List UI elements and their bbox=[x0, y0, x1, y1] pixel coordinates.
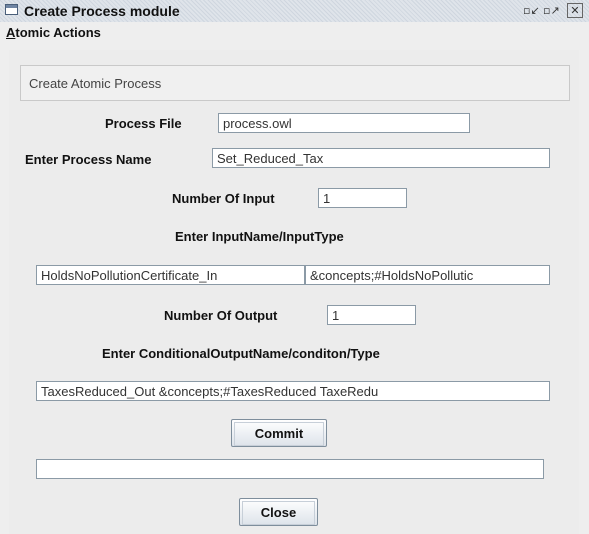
input-name-field[interactable]: HoldsNoPollutionCertificate_In bbox=[36, 265, 305, 285]
process-file-label: Process File bbox=[105, 116, 182, 131]
close-button-label: Close bbox=[242, 501, 315, 525]
commit-button-label: Commit bbox=[234, 422, 324, 446]
number-of-input-field[interactable]: 1 bbox=[318, 188, 407, 208]
output-section-label: Enter ConditionalOutputName/conditon/Typ… bbox=[102, 346, 380, 361]
section-header: Create Atomic Process bbox=[29, 76, 162, 91]
input-type-field[interactable]: &concepts;#HoldsNoPollutic bbox=[305, 265, 550, 285]
number-of-output-label: Number Of Output bbox=[164, 308, 278, 323]
menu-atomic-actions[interactable]: Atomic Actions bbox=[6, 25, 101, 40]
input-section-label: Enter InputName/InputType bbox=[175, 229, 344, 244]
process-name-label: Enter Process Name bbox=[25, 152, 152, 167]
process-name-field[interactable]: Set_Reduced_Tax bbox=[212, 148, 550, 168]
create-process-window: Create Process module ▫↙ ▫↗ ✕ Atomic Act… bbox=[0, 0, 589, 534]
window-icon bbox=[5, 4, 18, 15]
process-file-field[interactable]: process.owl bbox=[218, 113, 470, 133]
number-of-input-label: Number Of Input bbox=[172, 191, 275, 206]
close-button[interactable]: Close bbox=[239, 498, 318, 526]
minimize-icon[interactable]: ▫↙ bbox=[523, 3, 540, 18]
maximize-icon[interactable]: ▫↗ bbox=[543, 3, 560, 18]
section-header-box: Create Atomic Process bbox=[20, 65, 570, 101]
number-of-output-field[interactable]: 1 bbox=[327, 305, 416, 325]
status-field[interactable] bbox=[36, 459, 544, 479]
menu-mnemonic: A bbox=[6, 25, 16, 40]
menu-label: tomic Actions bbox=[15, 25, 101, 40]
commit-button[interactable]: Commit bbox=[231, 419, 327, 447]
window-title: Create Process module bbox=[24, 3, 180, 19]
close-icon[interactable]: ✕ bbox=[567, 3, 583, 18]
form-panel: Create Atomic Process Process File proce… bbox=[9, 50, 579, 534]
title-bar[interactable]: Create Process module ▫↙ ▫↗ ✕ bbox=[0, 0, 589, 23]
conditional-output-field[interactable]: TaxesReduced_Out &concepts;#TaxesReduced… bbox=[36, 381, 550, 401]
menu-bar: Atomic Actions bbox=[0, 22, 589, 44]
